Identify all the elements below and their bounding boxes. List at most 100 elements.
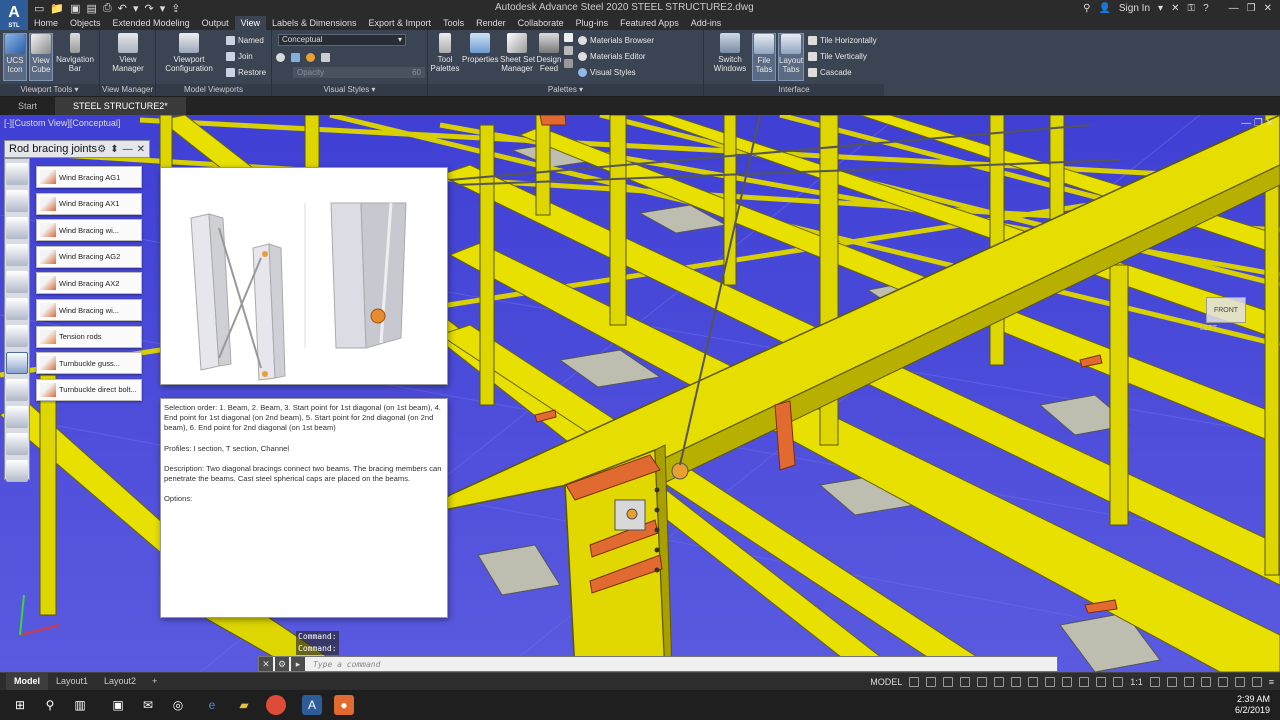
palette-tab-misc-icon[interactable] — [6, 460, 28, 482]
customization-menu-icon[interactable]: ≡ — [1269, 677, 1274, 687]
palette-minimize-icon[interactable]: — — [123, 144, 133, 155]
annotation-scale[interactable]: 1:1 — [1130, 677, 1143, 687]
exchange-icon[interactable]: ✕ — [1171, 3, 1179, 14]
opacity-slider[interactable]: Opacity 60 — [293, 67, 425, 78]
tab-featured-apps[interactable]: Featured Apps — [614, 16, 685, 30]
tab-layout2[interactable]: Layout2 — [96, 673, 144, 691]
redo-icon[interactable]: ↷ — [144, 2, 153, 15]
viewport-window-controls[interactable]: — ❐ ✕ — [1241, 118, 1274, 129]
command-input[interactable]: Type a command — [307, 660, 1057, 669]
texture-icon[interactable] — [321, 52, 330, 62]
palette-item[interactable]: Wind Bracing wi... — [36, 299, 142, 321]
navigation-bar-button[interactable]: Navigation Bar — [55, 33, 95, 73]
isodraft-icon[interactable] — [977, 677, 988, 687]
isolate-objects-icon[interactable] — [1217, 677, 1228, 687]
command-recent-icon[interactable]: ▸ — [291, 657, 305, 671]
connect-icon[interactable]: ⚿ — [1187, 3, 1195, 14]
tab-plug-ins[interactable]: Plug-ins — [570, 16, 615, 30]
palette-tab-plates-icon[interactable] — [6, 325, 28, 347]
workspace-gear-icon[interactable] — [1149, 677, 1160, 687]
chrome-icon[interactable] — [266, 695, 286, 715]
save-icon[interactable]: ▣ — [70, 2, 80, 15]
palette-tab-rod-bracing-icon[interactable] — [6, 352, 28, 374]
cart-icon[interactable]: ▾ — [1158, 3, 1163, 14]
panel-title-visual-styles[interactable]: Visual Styles ▾ — [272, 84, 427, 96]
grid-icon[interactable] — [909, 677, 920, 687]
materials-browser-button[interactable]: Materials Browser — [578, 33, 654, 47]
polar-icon[interactable] — [960, 677, 971, 687]
clean-screen-icon[interactable] — [1251, 677, 1262, 687]
undo-dropdown-icon[interactable]: ▾ — [133, 2, 139, 15]
edge-effects-icon[interactable] — [276, 52, 285, 62]
properties-button[interactable]: Properties — [462, 33, 498, 64]
palette-tab-bracing-icon[interactable] — [6, 298, 28, 320]
ortho-icon[interactable] — [943, 677, 954, 687]
tool-palette-header[interactable]: Rod bracing joints ⚙ ⬍ — ✕ — [4, 140, 150, 158]
print-icon[interactable]: ⎙ — [103, 2, 112, 15]
palette-tab-joints-icon[interactable] — [6, 379, 28, 401]
help-icon[interactable]: ? — [1203, 3, 1209, 14]
tab-home[interactable]: Home — [28, 16, 64, 30]
system-clock[interactable]: 2:39 AM 6/2/2019 — [1235, 694, 1270, 716]
named-button[interactable]: Named — [226, 33, 264, 47]
quick-properties-icon[interactable] — [1200, 677, 1211, 687]
command-customize-icon[interactable]: ⚙ — [275, 657, 289, 671]
materials-editor-button[interactable]: Materials Editor — [578, 49, 646, 63]
undo-icon[interactable]: ↶ — [118, 2, 127, 15]
viewport-configuration-button[interactable]: Viewport Configuration — [160, 33, 218, 73]
switch-windows-button[interactable]: Switch Windows — [708, 33, 752, 73]
selection-cycling-icon[interactable] — [1062, 677, 1073, 687]
redo-dropdown-icon[interactable]: ▾ — [160, 2, 166, 15]
palette-item[interactable]: Turnbuckle guss... — [36, 352, 142, 375]
tab-start[interactable]: Start — [0, 97, 55, 115]
tab-labels-dimensions[interactable]: Labels & Dimensions — [266, 16, 363, 30]
design-feed-button[interactable]: Design Feed — [536, 33, 562, 73]
ucs-icon-button[interactable]: UCS Icon — [3, 33, 27, 81]
share-icon[interactable]: ⇪ — [171, 2, 180, 15]
store-icon[interactable]: ▣ — [108, 695, 128, 715]
palette-item[interactable]: Wind Bracing wi... — [36, 219, 142, 242]
block-icon[interactable] — [564, 46, 573, 55]
tile-vertically-button[interactable]: Tile Vertically — [808, 49, 867, 63]
tab-layout1[interactable]: Layout1 — [48, 673, 96, 691]
tab-add-ins[interactable]: Add-ins — [685, 16, 728, 30]
tile-horizontally-button[interactable]: Tile Horizontally — [808, 33, 877, 47]
tab-steel-structure2[interactable]: STEEL STRUCTURE2* — [55, 97, 186, 115]
binoculars-icon[interactable]: ⚲ — [1083, 3, 1090, 14]
palette-settings-icon[interactable]: ⚙ — [97, 144, 106, 155]
palette-tab-starter-icon[interactable] — [6, 163, 28, 185]
start-icon[interactable]: ⊞ — [10, 695, 30, 715]
file-tabs-button[interactable]: File Tabs — [752, 33, 776, 81]
palette-tab-connections-icon[interactable] — [6, 406, 28, 428]
sheet-set-manager-button[interactable]: Sheet Set Manager — [500, 33, 535, 73]
view-manager-button[interactable]: View Manager — [106, 33, 150, 73]
transparency-icon[interactable] — [1045, 677, 1056, 687]
tab-collaborate[interactable]: Collaborate — [512, 16, 570, 30]
panel-title-viewport-tools[interactable]: Viewport Tools ▾ — [0, 84, 99, 96]
visual-styles-button[interactable]: Visual Styles — [578, 65, 636, 79]
panel-title-palettes[interactable]: Palettes ▾ — [428, 84, 703, 96]
saveas-icon[interactable]: ▤ — [87, 2, 97, 15]
restore-button[interactable]: Restore — [226, 65, 266, 79]
tab-render[interactable]: Render — [470, 16, 512, 30]
lighting-icon[interactable] — [306, 52, 315, 62]
sign-in-link[interactable]: Sign In — [1119, 3, 1150, 14]
hardware-acceleration-icon[interactable] — [1234, 677, 1245, 687]
palette-item[interactable]: Turnbuckle direct bolt... — [36, 378, 142, 401]
tool-palettes-button[interactable]: Tool Palettes — [430, 33, 460, 73]
shadow-icon[interactable] — [291, 52, 300, 62]
layer-icon[interactable] — [564, 33, 573, 42]
steam-icon[interactable]: ◎ — [168, 695, 188, 715]
layout-tabs-button[interactable]: Layout Tabs — [778, 33, 804, 81]
tab-extended-modeling[interactable]: Extended Modeling — [107, 16, 196, 30]
edge-icon[interactable]: e — [202, 695, 222, 715]
tab-model[interactable]: Model — [6, 673, 48, 691]
view-cube[interactable]: FRONT LEFT — [1200, 289, 1260, 339]
palette-tab-portal-icon[interactable] — [6, 244, 28, 266]
add-layout-button[interactable]: + — [144, 673, 165, 691]
restore-icon[interactable]: ❐ — [1247, 3, 1256, 14]
palette-tab-tools-icon[interactable] — [6, 433, 28, 455]
auto-scale-icon[interactable] — [1113, 677, 1124, 687]
palette-item[interactable]: Wind Bracing AG1 — [36, 166, 142, 188]
view-cube-side-label[interactable]: LEFT — [1200, 325, 1217, 332]
